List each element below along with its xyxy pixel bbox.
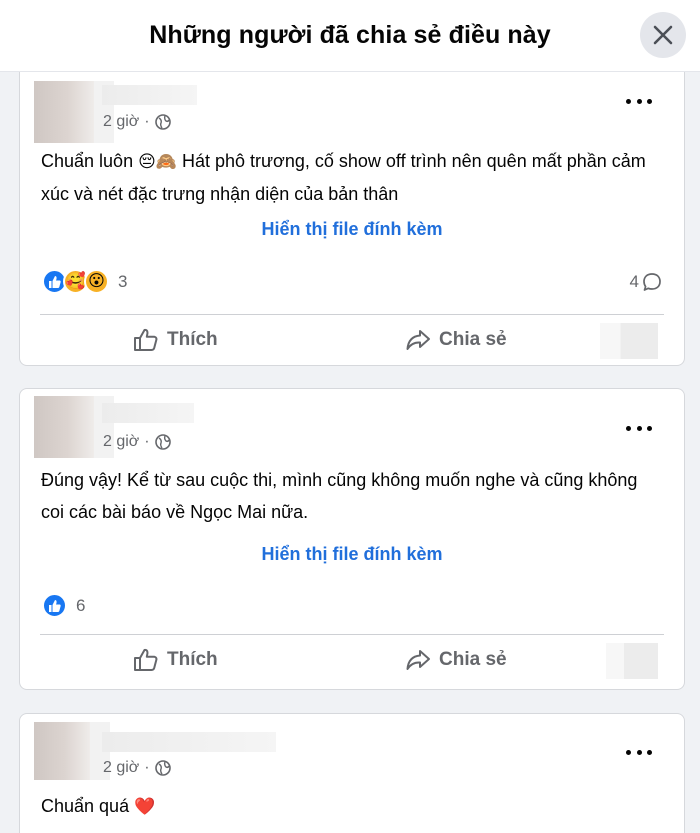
post-time[interactable]: 2 giờ [103, 433, 139, 451]
like-icon [134, 328, 158, 351]
reactions-summary[interactable]: 🥰 😮 3 [42, 269, 127, 294]
like-label: Thích [167, 329, 218, 350]
more-dot [636, 98, 642, 104]
more-dot [626, 749, 631, 755]
share-icon [406, 650, 430, 670]
modal-header: Những người đã chia sẻ điều này [0, 0, 700, 72]
comment-icon [643, 273, 661, 291]
like-button[interactable]: Thích [133, 327, 218, 353]
post-time[interactable]: 2 giờ [103, 759, 139, 777]
more-options-button[interactable] [626, 418, 652, 438]
like-icon [134, 648, 158, 671]
more-dot [626, 425, 631, 431]
more-dot [647, 98, 652, 104]
avatar[interactable] [34, 722, 90, 780]
share-button[interactable]: Chia sẻ [405, 327, 507, 353]
shared-post-card: 2 giờ · Chuẩn luôn 😔🙈 Hát phô trương, cố… [19, 72, 685, 366]
share-label: Chia sẻ [439, 649, 507, 670]
wow-reaction-icon: 😮 [84, 269, 109, 294]
avatar[interactable] [34, 81, 94, 143]
show-attachment-link[interactable]: Hiển thị file đính kèm [20, 544, 684, 565]
post-meta: 2 giờ · [103, 433, 171, 451]
show-attachment-link[interactable]: Hiển thị file đính kèm [20, 219, 684, 240]
shared-post-card: 2 giờ · Đúng vậy! Kể từ sau cuộc thi, mì… [19, 388, 685, 690]
reaction-count: 3 [118, 271, 128, 291]
meta-separator: · [144, 759, 150, 776]
share-button[interactable]: Chia sẻ [405, 647, 507, 673]
like-label: Thích [167, 649, 218, 670]
more-dot [647, 425, 652, 431]
like-reaction-icon [42, 593, 67, 618]
comment-count[interactable]: 4 [630, 272, 662, 292]
close-icon [653, 25, 673, 45]
more-options-button[interactable] [626, 742, 652, 762]
more-dot [636, 425, 642, 431]
shares-list[interactable]: 2 giờ · Chuẩn luôn 😔🙈 Hát phô trương, cố… [0, 72, 700, 833]
meta-separator: · [144, 113, 150, 130]
avatar[interactable] [34, 396, 94, 458]
like-button[interactable]: Thích [133, 647, 218, 673]
more-dot [647, 749, 652, 755]
reactions-summary[interactable]: 6 [42, 593, 85, 618]
post-text: Chuẩn luôn 😔🙈 Hát phô trương, cố show of… [41, 145, 661, 210]
globe-icon [154, 114, 171, 130]
divider [40, 634, 664, 635]
post-meta: 2 giờ · [103, 759, 171, 777]
heart-emoji: ❤️ [134, 797, 156, 816]
divider [40, 314, 664, 315]
comment-count-value: 4 [629, 272, 639, 291]
share-target-blurred [600, 323, 658, 359]
author-name-blurred[interactable] [102, 85, 197, 105]
close-button[interactable] [640, 12, 686, 58]
post-time[interactable]: 2 giờ [103, 113, 139, 131]
post-text-part: Chuẩn luôn [41, 151, 139, 171]
post-meta: 2 giờ · [103, 113, 171, 131]
post-text-part: Chuẩn quá [41, 796, 130, 816]
more-dot [626, 98, 631, 104]
shared-post-card: 2 giờ · Chuẩn quá ❤️ [19, 713, 685, 833]
author-name-blurred[interactable] [102, 732, 276, 752]
author-name-blurred[interactable] [102, 403, 194, 423]
share-label: Chia sẻ [439, 329, 507, 350]
modal-title: Những người đã chia sẻ điều này [149, 21, 551, 49]
post-text: Đúng vậy! Kể từ sau cuộc thi, mình cũng … [41, 470, 638, 522]
globe-icon [154, 434, 171, 450]
globe-icon [154, 760, 171, 776]
more-dot [636, 749, 642, 755]
share-icon [406, 330, 430, 350]
more-options-button[interactable] [626, 91, 652, 111]
reaction-count: 6 [76, 595, 86, 615]
post-emojis: 😔🙈 [138, 152, 177, 171]
post-text: Chuẩn quá ❤️ [41, 790, 661, 823]
share-target-blurred [606, 643, 658, 679]
meta-separator: · [144, 433, 150, 450]
